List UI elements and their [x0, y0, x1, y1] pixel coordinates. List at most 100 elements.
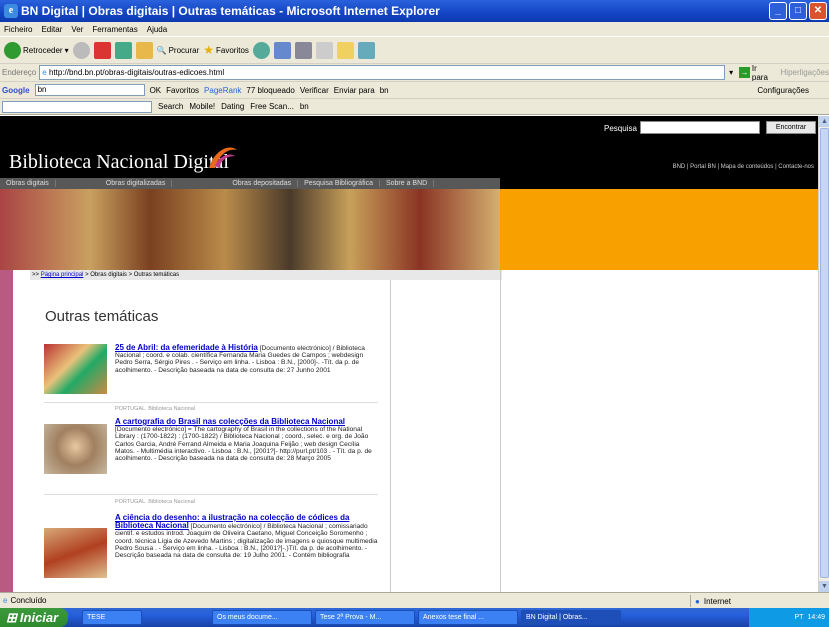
- maximize-button[interactable]: □: [789, 2, 807, 20]
- search-button[interactable]: 🔍 Procurar: [157, 46, 200, 55]
- nav-filler: [500, 178, 818, 189]
- taskbar-item-anexos[interactable]: Anexos tese final ...: [418, 610, 518, 625]
- go-button[interactable]: → Ir para: [739, 64, 774, 82]
- toolbar-search-input[interactable]: [2, 100, 152, 113]
- google-favorites-button[interactable]: Favoritos: [166, 86, 199, 95]
- google-toolbar: Google bn OK Favoritos PageRank 77 bloqu…: [0, 81, 829, 98]
- item-thumbnail[interactable]: [44, 528, 107, 578]
- nav-item-sobre[interactable]: Sobre a BND: [380, 180, 435, 187]
- item-title-link[interactable]: A cartografia do Brasil nas colecções da…: [115, 417, 345, 426]
- item-description: [Documento electrónico] = The cartograph…: [115, 426, 372, 463]
- folder-button[interactable]: [336, 41, 354, 59]
- google-search-input[interactable]: bn: [34, 84, 145, 96]
- send-to-button[interactable]: Enviar para: [334, 86, 375, 95]
- address-input[interactable]: e http://bnd.bn.pt/obras-digitais/outras…: [39, 65, 726, 80]
- search-label: Pesquisa: [604, 124, 637, 133]
- mail-button[interactable]: [273, 41, 291, 59]
- standard-toolbar: Retroceder ▾ 🔍 Procurar ★ Favoritos: [0, 36, 829, 63]
- toolbar-mobile-button[interactable]: Mobile!: [189, 102, 215, 111]
- status-text: Concluído: [10, 596, 47, 605]
- site-search-button[interactable]: Encontrar: [766, 121, 816, 134]
- toolbar-freescan-button[interactable]: Free Scan...: [250, 102, 294, 111]
- site-search-input[interactable]: [640, 121, 760, 134]
- refresh-button[interactable]: [114, 41, 132, 59]
- popup-blocked-counter[interactable]: 77 bloqueado: [246, 86, 295, 95]
- language-indicator[interactable]: PT: [795, 614, 804, 621]
- forward-button[interactable]: [72, 41, 90, 59]
- google-ok-button[interactable]: OK: [150, 86, 162, 95]
- home-button[interactable]: [135, 41, 153, 59]
- window-title-bar: e BN Digital | Obras digitais | Outras t…: [0, 0, 829, 22]
- page-title: Outras temáticas: [45, 308, 159, 325]
- nav-item-pesquisa[interactable]: Pesquisa Bibliográfica: [298, 180, 380, 187]
- header-banner-image: [0, 189, 500, 270]
- site-logo-title[interactable]: Biblioteca Nacional Digital: [9, 151, 229, 174]
- breadcrumb: >> Página principal > Obras digitais > O…: [30, 270, 502, 280]
- favorites-button[interactable]: ★ Favoritos: [203, 43, 249, 57]
- site-header: Pesquisa Encontrar Biblioteca Nacional D…: [0, 116, 818, 178]
- stop-button[interactable]: [93, 41, 111, 59]
- ie-logo-icon: e: [4, 4, 18, 18]
- magnifier-icon: 🔍: [156, 45, 167, 55]
- taskbar-item-bn-digital[interactable]: BN Digital | Obras...: [521, 610, 621, 625]
- toolbar-dating-button[interactable]: Dating: [221, 102, 244, 111]
- breadcrumb-home-link[interactable]: Página principal: [41, 272, 84, 278]
- item-thumbnail[interactable]: [44, 424, 107, 474]
- item-title-link[interactable]: 25 de Abril: da efemeridade à História: [115, 343, 258, 352]
- menu-file[interactable]: Ficheiro: [4, 25, 32, 34]
- page-viewport: Pesquisa Encontrar Biblioteca Nacional D…: [0, 116, 818, 592]
- taskbar-item-tese-prova[interactable]: Tese 2ª Prova - M...: [315, 610, 415, 625]
- main-content: Outras temáticas 25 de Abril: da efemeri…: [30, 280, 390, 592]
- windows-taskbar: ⊞ Iniciar TESE Os meus docume... Tese 2ª …: [0, 608, 829, 627]
- main-nav: Obras digitais Obras digitalizadas Obras…: [0, 178, 500, 189]
- menu-edit[interactable]: Editar: [41, 25, 62, 34]
- links-label[interactable]: Hiperligações: [781, 68, 829, 77]
- scroll-up-icon[interactable]: ▲: [819, 116, 829, 127]
- toolbar-bn-button[interactable]: bn: [300, 102, 309, 111]
- spellcheck-button[interactable]: Verificar: [300, 86, 329, 95]
- start-button[interactable]: ⊞ Iniciar: [0, 608, 68, 627]
- pagerank-indicator: PageRank: [204, 85, 242, 95]
- menu-view[interactable]: Ver: [71, 25, 83, 34]
- star-icon: ★: [203, 43, 215, 57]
- nav-item-obras-digitalizadas[interactable]: Obras digitalizadas: [56, 180, 173, 187]
- menu-tools[interactable]: Ferramentas: [92, 25, 137, 34]
- windows-logo-icon: ⊞: [6, 609, 17, 625]
- edit-button[interactable]: [315, 41, 333, 59]
- vertical-scrollbar[interactable]: ▲ ▼: [818, 116, 829, 592]
- minimize-button[interactable]: _: [769, 2, 787, 20]
- nav-item-obras-depositadas[interactable]: Obras depositadas: [172, 180, 299, 187]
- status-bar: e Concluído ● Internet: [0, 592, 829, 608]
- system-tray: PT 14:49: [749, 608, 829, 627]
- page-status-icon: e: [3, 596, 8, 605]
- settings-button[interactable]: Configurações: [757, 86, 809, 95]
- secondary-toolbar: Search Mobile! Dating Free Scan... bn: [0, 98, 829, 115]
- taskbar-item-documents[interactable]: Os meus docume...: [212, 610, 312, 625]
- item-source: PORTUGAL. Biblioteca Nacional: [115, 499, 195, 505]
- page-icon: e: [42, 68, 47, 77]
- close-button[interactable]: ✕: [809, 2, 827, 20]
- window-title: BN Digital | Obras digitais | Outras tem…: [21, 4, 440, 18]
- nav-item-obras-digitais[interactable]: Obras digitais: [0, 180, 56, 187]
- menu-bar: Ficheiro Editar Ver Ferramentas Ajuda: [0, 22, 829, 36]
- scroll-down-icon[interactable]: ▼: [819, 581, 829, 592]
- globe-icon: ●: [695, 596, 700, 606]
- address-bar: Endereço e http://bnd.bn.pt/obras-digita…: [0, 63, 829, 82]
- clock: 14:49: [807, 614, 825, 621]
- toolbar-search-button[interactable]: Search: [158, 102, 183, 111]
- history-button[interactable]: [252, 41, 270, 59]
- left-color-strip: [0, 270, 13, 592]
- top-links[interactable]: BND | Portal BN | Mapa de conteúdos | Co…: [673, 164, 814, 170]
- scroll-thumb[interactable]: [820, 128, 829, 578]
- dropdown-arrow-icon[interactable]: ▾: [729, 68, 733, 77]
- item-thumbnail[interactable]: [44, 344, 107, 394]
- menu-help[interactable]: Ajuda: [147, 25, 167, 34]
- google-logo: Google: [2, 85, 30, 95]
- taskbar-item-tese[interactable]: TESE: [82, 610, 142, 625]
- logo-swirl-icon: [209, 147, 237, 168]
- back-button[interactable]: Retroceder ▾: [4, 41, 69, 59]
- item-source: PORTUGAL. Biblioteca Nacional: [115, 406, 195, 412]
- print-button[interactable]: [294, 41, 312, 59]
- google-bn-highlight[interactable]: bn: [380, 86, 389, 95]
- research-button[interactable]: [357, 41, 375, 59]
